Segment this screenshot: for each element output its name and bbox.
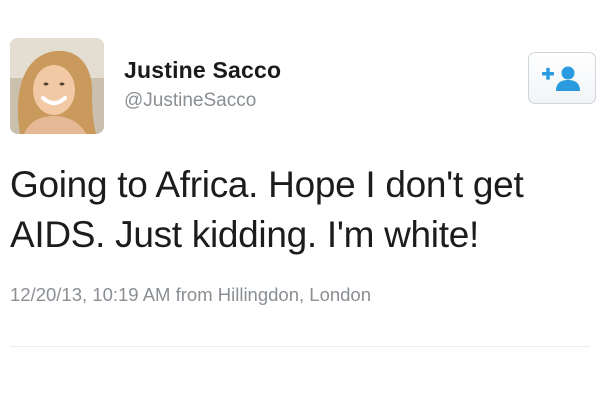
- tweet-text-line: AIDS. Just kidding. I'm white!: [10, 214, 479, 255]
- add-user-icon: [542, 66, 580, 91]
- tweet-timestamp[interactable]: 12/20/13, 10:19 AM: [10, 284, 170, 305]
- avatar[interactable]: [10, 38, 104, 134]
- author-name[interactable]: Justine Sacco: [124, 57, 281, 84]
- footer-area: [0, 347, 600, 400]
- tweet-location: from Hillingdon, London: [175, 284, 372, 305]
- tweet-text: Going to Africa. Hope I don't get AIDS. …: [10, 160, 590, 260]
- tweet-card: Justine Sacco @JustineSacco Going to Afr…: [0, 0, 600, 400]
- profile-photo: [10, 38, 104, 134]
- tweet-meta: 12/20/13, 10:19 AM from Hillingdon, Lond…: [10, 284, 371, 306]
- tweet-text-line: Going to Africa. Hope I don't get: [10, 164, 524, 205]
- author-handle[interactable]: @JustineSacco: [124, 90, 256, 112]
- follow-button[interactable]: [528, 52, 596, 104]
